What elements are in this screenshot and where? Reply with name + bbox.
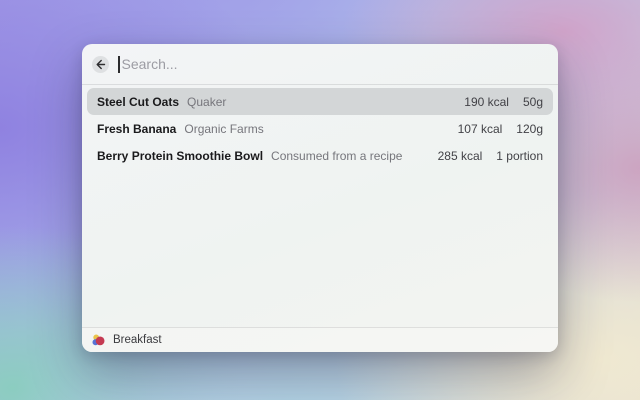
food-detail: Quaker [187, 94, 227, 109]
result-row[interactable]: Berry Protein Smoothie Bowl Consumed fro… [87, 142, 553, 169]
left-arrow-icon [96, 59, 106, 69]
food-name: Steel Cut Oats [97, 94, 180, 109]
food-name: Berry Protein Smoothie Bowl [97, 148, 264, 163]
empty-area [82, 169, 558, 327]
food-kcal: 107 kcal [457, 121, 503, 136]
food-amount: 1 portion [496, 148, 543, 163]
result-row[interactable]: Steel Cut Oats Quaker 190 kcal 50g [87, 88, 553, 115]
food-kcal: 285 kcal [437, 148, 483, 163]
search-bar [82, 44, 558, 85]
footer-bar: Breakfast [82, 327, 558, 352]
search-input[interactable] [119, 56, 546, 72]
food-amount: 120g [516, 121, 543, 136]
food-detail: Consumed from a recipe [271, 148, 403, 163]
result-row[interactable]: Fresh Banana Organic Farms 107 kcal 120g [87, 115, 553, 142]
back-button[interactable] [92, 55, 109, 73]
food-amount: 50g [522, 94, 543, 109]
food-kcal: 190 kcal [464, 94, 509, 109]
results-list: Steel Cut Oats Quaker 190 kcal 50g Fresh… [82, 85, 558, 169]
search-window: Steel Cut Oats Quaker 190 kcal 50g Fresh… [82, 44, 558, 352]
food-name: Fresh Banana [97, 121, 177, 136]
food-detail: Organic Farms [184, 121, 264, 136]
meal-context-label: Breakfast [113, 334, 162, 346]
meal-app-icon [92, 334, 105, 345]
